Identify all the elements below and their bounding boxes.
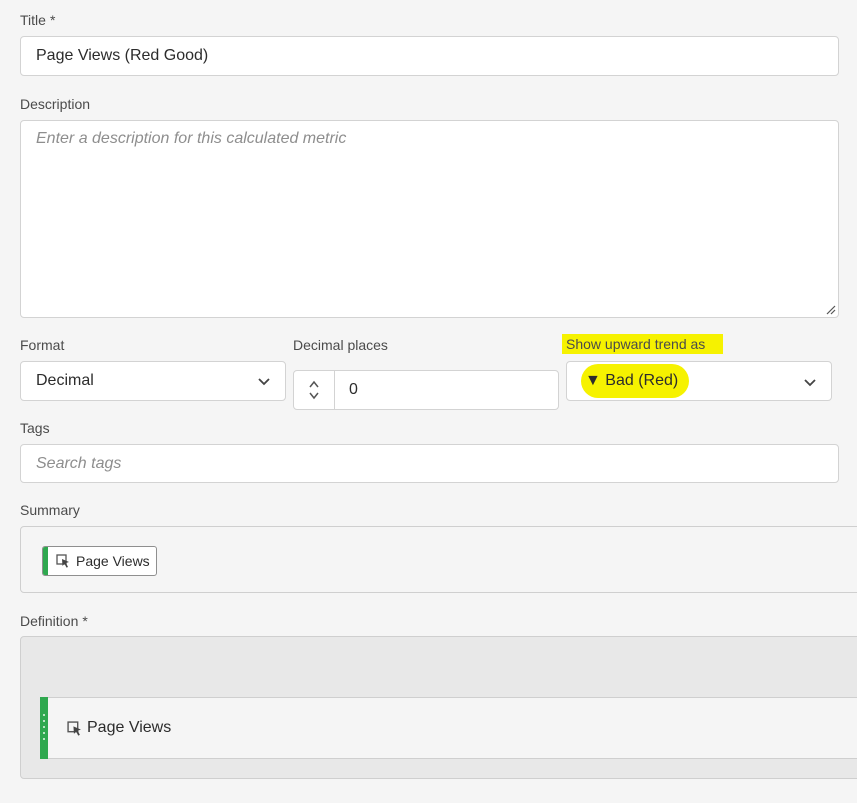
trend-select[interactable]: ▼ Bad (Red) xyxy=(566,361,832,401)
trend-select-value: ▼ Bad (Red) xyxy=(585,372,679,389)
summary-metric-chip[interactable]: Page Views xyxy=(42,546,157,576)
stepper-buttons xyxy=(294,371,335,409)
title-input[interactable]: Page Views (Red Good) xyxy=(20,36,839,76)
definition-canvas[interactable]: Page Views xyxy=(20,636,857,779)
metric-accent-bar xyxy=(43,547,48,575)
definition-metric-component[interactable]: Page Views xyxy=(40,697,857,759)
decimal-places-stepper[interactable]: 0 xyxy=(293,370,559,410)
metric-pointer-icon xyxy=(67,721,81,736)
required-mark: * xyxy=(82,613,88,629)
decimal-places-label: Decimal places xyxy=(293,337,388,353)
chevron-down-icon xyxy=(804,379,816,387)
definition-component-label: Page Views xyxy=(87,719,172,736)
trend-label-text: Show upward trend as xyxy=(562,334,724,354)
summary-chip-label: Page Views xyxy=(76,553,150,569)
drag-handle-icon[interactable] xyxy=(40,697,48,759)
tags-placeholder: Search tags xyxy=(36,454,122,472)
definition-label: Definition * xyxy=(20,613,88,629)
resize-handle-icon[interactable] xyxy=(826,305,836,315)
format-select[interactable]: Decimal xyxy=(20,361,286,401)
tags-label: Tags xyxy=(20,420,50,436)
required-mark: * xyxy=(49,12,56,28)
format-label: Format xyxy=(20,337,65,353)
trend-label: Show upward trend as xyxy=(562,334,724,354)
description-label: Description xyxy=(20,96,91,112)
chevron-down-icon xyxy=(258,378,270,386)
title-label: Title * xyxy=(20,12,56,28)
summary-label: Summary xyxy=(20,502,80,518)
tags-input[interactable]: Search tags xyxy=(20,444,839,483)
metric-pointer-icon xyxy=(56,554,69,568)
decimal-places-value: 0 xyxy=(349,381,358,398)
description-textarea[interactable]: Enter a description for this calculated … xyxy=(20,120,839,318)
chevron-down-icon[interactable] xyxy=(308,392,320,400)
format-select-value: Decimal xyxy=(36,372,94,389)
description-placeholder: Enter a description for this calculated … xyxy=(36,130,347,147)
summary-panel: Page Views xyxy=(20,526,857,593)
title-input-value: Page Views (Red Good) xyxy=(36,47,209,64)
chevron-up-icon[interactable] xyxy=(308,380,320,388)
